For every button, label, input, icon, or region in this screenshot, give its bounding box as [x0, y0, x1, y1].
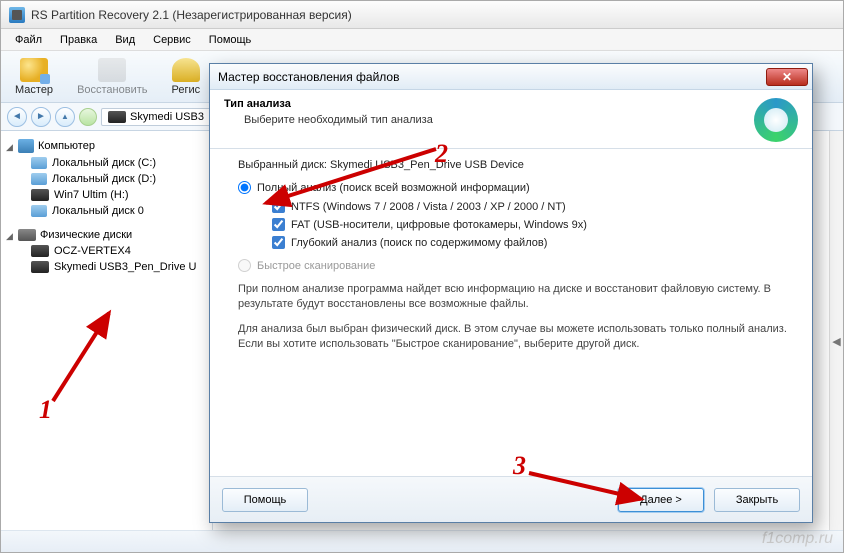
help-button[interactable]: Помощь — [222, 488, 308, 512]
address-bar[interactable]: Skymedi USB3 — [101, 108, 211, 126]
tree-item-volume[interactable]: Локальный диск 0 — [5, 203, 208, 219]
checkbox-fat[interactable]: FAT (USB-носители, цифровые фотокамеры, … — [272, 218, 794, 231]
menu-file[interactable]: Файл — [7, 32, 50, 48]
disk-icon — [31, 189, 49, 201]
tree-physical[interactable]: ◢ Физические диски — [5, 227, 208, 243]
dialog-subheading: Выберите необходимый тип анализа — [224, 114, 433, 126]
dialog-title: Мастер восстановления файлов — [218, 70, 399, 84]
master-button[interactable]: Мастер — [9, 56, 59, 98]
checkbox-deep[interactable]: Глубокий анализ (поиск по содержимому фа… — [272, 236, 794, 249]
tree-computer-label: Компьютер — [38, 140, 95, 152]
collapse-icon[interactable]: ◢ — [5, 142, 14, 151]
checkbox-ntfs[interactable]: NTFS (Windows 7 / 2008 / Vista / 2003 / … — [272, 200, 794, 213]
tree-item-volume[interactable]: Локальный диск (C:) — [5, 155, 208, 171]
physical-disks-icon — [18, 229, 36, 241]
back-button[interactable]: ◄ — [7, 107, 27, 127]
drive-icon — [108, 111, 126, 123]
register-icon — [172, 58, 200, 82]
dialog-heading: Тип анализа — [224, 98, 433, 110]
menu-help[interactable]: Помощь — [201, 32, 260, 48]
menu-view[interactable]: Вид — [107, 32, 143, 48]
tree-item-volume[interactable]: Win7 Ultim (H:) — [5, 187, 208, 203]
address-text: Skymedi USB3 — [130, 111, 204, 123]
dialog-titlebar: Мастер восстановления файлов ✕ — [210, 64, 812, 90]
computer-icon — [18, 139, 34, 153]
dialog-button-bar: Помощь Далее > Закрыть — [210, 476, 812, 522]
disk-icon — [31, 205, 47, 217]
tree-item-disk-selected[interactable]: Skymedi USB3_Pen_Drive U — [5, 259, 208, 275]
up-button[interactable]: ▲ — [55, 107, 75, 127]
disk-icon — [31, 173, 47, 185]
selected-disk-value: Skymedi USB3_Pen_Drive USB Device — [330, 159, 524, 171]
statusbar — [1, 530, 843, 552]
close-button[interactable]: ✕ — [766, 68, 808, 86]
wizard-icon — [20, 58, 48, 82]
radio-quick-scan: Быстрое сканирование — [238, 259, 794, 272]
menu-edit[interactable]: Правка — [52, 32, 105, 48]
info-text-2: Для анализа был выбран физический диск. … — [238, 322, 794, 352]
radio-full-input[interactable] — [238, 181, 251, 194]
disk-icon — [31, 157, 47, 169]
tree-item-volume[interactable]: Локальный диск (D:) — [5, 171, 208, 187]
register-label: Региc — [172, 84, 201, 96]
radio-quick-input — [238, 259, 251, 272]
hdd-icon — [31, 245, 49, 257]
register-button[interactable]: Региc — [166, 56, 207, 98]
wizard-logo-icon — [754, 98, 798, 142]
app-icon — [9, 7, 25, 23]
info-text-1: При полном анализе программа найдет всю … — [238, 282, 794, 312]
collapse-icon[interactable]: ◢ — [5, 231, 14, 240]
tree-computer[interactable]: ◢ Компьютер — [5, 137, 208, 155]
radio-full-analysis[interactable]: Полный анализ (поиск всей возможной инфо… — [238, 181, 794, 194]
hdd-icon — [31, 261, 49, 273]
next-button[interactable]: Далее > — [618, 488, 704, 512]
refresh-button[interactable] — [79, 108, 97, 126]
window-title: RS Partition Recovery 2.1 (Незарегистрир… — [31, 8, 352, 22]
tree-item-disk[interactable]: OCZ-VERTEX4 — [5, 243, 208, 259]
restore-icon — [98, 58, 126, 82]
watermark: f1comp.ru — [762, 530, 833, 548]
menu-service[interactable]: Сервис — [145, 32, 199, 48]
forward-button[interactable]: ► — [31, 107, 51, 127]
window-titlebar: RS Partition Recovery 2.1 (Незарегистрир… — [1, 1, 843, 29]
selected-disk-line: Выбранный диск: Skymedi USB3_Pen_Drive U… — [238, 159, 794, 171]
tree-panel: ◢ Компьютер Локальный диск (C:) Локальны… — [1, 131, 213, 552]
side-tab[interactable]: ◀ — [829, 131, 843, 552]
tree-physical-label: Физические диски — [40, 229, 132, 241]
restore-label: Восстановить — [77, 84, 147, 96]
restore-button[interactable]: Восстановить — [71, 56, 153, 98]
menubar: Файл Правка Вид Сервис Помощь — [1, 29, 843, 51]
close-dialog-button[interactable]: Закрыть — [714, 488, 800, 512]
wizard-dialog: Мастер восстановления файлов ✕ Тип анали… — [209, 63, 813, 523]
master-label: Мастер — [15, 84, 53, 96]
dialog-header: Тип анализа Выберите необходимый тип ана… — [210, 90, 812, 149]
